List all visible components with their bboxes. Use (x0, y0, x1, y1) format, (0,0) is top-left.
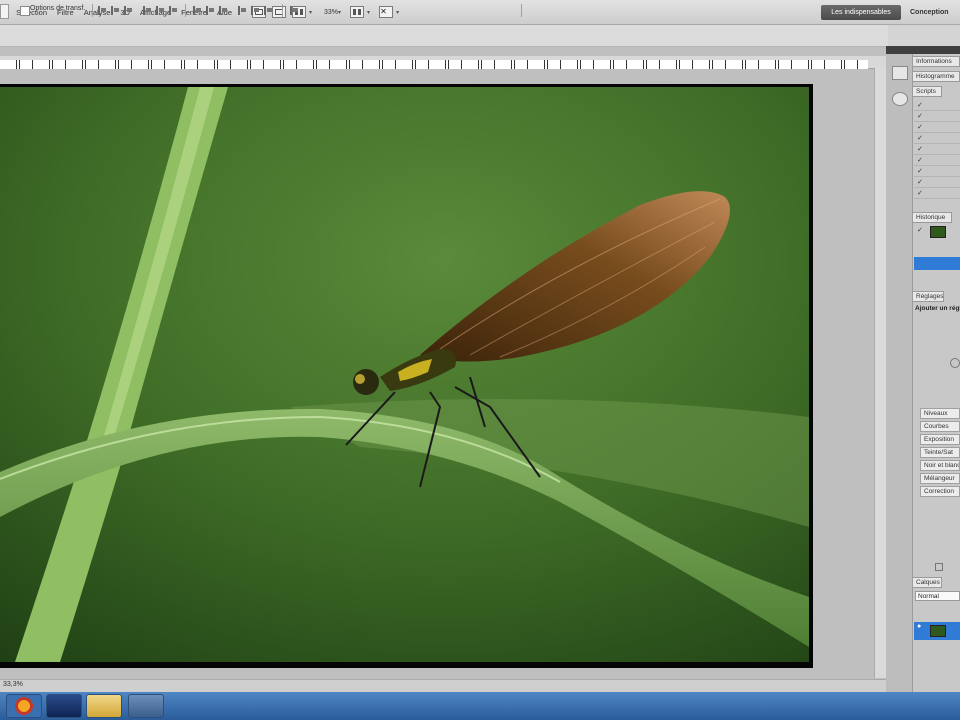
transform-controls-label: Options de transf. (30, 5, 86, 12)
layer-row[interactable]: ✓ (914, 166, 960, 177)
media-player-icon[interactable] (128, 694, 164, 718)
distribute-bottom-icon[interactable] (219, 6, 228, 15)
transform-controls-checkbox[interactable] (20, 6, 30, 16)
adjustment-icon[interactable] (950, 358, 960, 368)
tab-histogram[interactable]: Histogramme (912, 71, 960, 82)
tab-layers-top[interactable]: Scripts (912, 86, 942, 97)
launch-minibridge-icon[interactable] (272, 6, 286, 18)
separator (92, 4, 93, 17)
align-hcenter-icon[interactable] (156, 6, 165, 15)
check-icon[interactable]: ✓ (917, 189, 923, 197)
blend-mode-select[interactable]: Normal (915, 591, 960, 601)
windows-taskbar (0, 692, 960, 720)
layer-row[interactable]: ✓ (914, 100, 960, 111)
check-icon[interactable]: ✓ (917, 123, 923, 131)
check-icon[interactable]: ✓ (917, 145, 923, 153)
check-icon[interactable]: ✓ (917, 112, 923, 120)
dragonfly-photo[interactable] (0, 87, 809, 662)
layer-row[interactable]: ✓ (914, 188, 960, 199)
separator (282, 4, 283, 17)
separator (521, 4, 522, 17)
distribute-left-icon[interactable] (238, 6, 247, 15)
align-top-icon[interactable] (98, 6, 107, 15)
folder-icon[interactable] (86, 694, 122, 718)
tool-preset-picker[interactable] (0, 4, 9, 19)
align-right-icon[interactable] (169, 6, 178, 15)
adjustment-preset[interactable]: Correction (920, 486, 960, 497)
adjustment-preset[interactable]: Mélangeur (920, 473, 960, 484)
check-icon[interactable]: ✓ (917, 101, 923, 109)
distribute-hcenter-icon[interactable] (251, 6, 260, 15)
layer-background-selected[interactable]: ● (914, 622, 960, 640)
distribute-right-icon[interactable] (264, 6, 273, 15)
check-icon[interactable]: ✓ (917, 178, 923, 186)
panel-icon-strip (886, 46, 913, 696)
photo-image (0, 87, 809, 662)
workspace-essentials-button[interactable]: Les indispensables (821, 5, 901, 20)
distribute-vcenter-icon[interactable] (206, 6, 215, 15)
firefox-icon[interactable] (6, 694, 42, 718)
photoshop-icon[interactable] (46, 694, 82, 718)
eye-icon[interactable]: ● (917, 623, 921, 630)
layer-row[interactable]: ✓ (914, 133, 960, 144)
tab-layers[interactable]: Calques (912, 577, 942, 588)
adjustments-title: Ajouter un réglage (915, 305, 960, 312)
align-left-icon[interactable] (143, 6, 152, 15)
panel-footer-icon[interactable] (935, 563, 943, 571)
tab-history[interactable]: Historique (912, 212, 952, 223)
align-vcenter-icon[interactable] (111, 6, 120, 15)
layer-row[interactable]: ✓ (914, 144, 960, 155)
adjustment-preset[interactable]: Teinte/Sat (920, 447, 960, 458)
layer-row[interactable]: ✓ (914, 111, 960, 122)
check-icon[interactable]: ✓ (917, 134, 923, 142)
adjustment-preset[interactable]: Exposition (920, 434, 960, 445)
align-bottom-icon[interactable] (124, 6, 133, 15)
layer-thumbnail (930, 625, 946, 637)
layer-row[interactable]: ✓ (914, 177, 960, 188)
history-snapshot[interactable]: ✓ (914, 225, 960, 238)
check-icon[interactable]: ✓ (917, 167, 923, 175)
adjustment-preset[interactable]: Niveaux (920, 408, 960, 419)
chevron-down-icon[interactable]: ▾ (338, 9, 341, 16)
info-panel-icon[interactable] (892, 66, 908, 80)
layer-row[interactable]: ✓ (914, 122, 960, 133)
workspace-design-button[interactable]: Conception (910, 5, 949, 20)
tab-adjustments[interactable]: Réglages (912, 291, 944, 302)
chevron-down-icon[interactable]: ▾ (396, 9, 399, 16)
separator (185, 4, 186, 17)
status-bar: 33,3% (0, 679, 886, 692)
auto-align-icon[interactable] (290, 6, 299, 15)
distribute-top-icon[interactable] (193, 6, 202, 15)
adjustment-preset[interactable]: Courbes (920, 421, 960, 432)
check-icon: ✓ (917, 227, 923, 234)
check-icon[interactable]: ✓ (917, 156, 923, 164)
snapshot-thumbnail (930, 226, 946, 238)
history-state-selected[interactable] (914, 257, 960, 270)
adjustment-preset[interactable]: Noir et blanc (920, 460, 960, 471)
horizontal-ruler (0, 60, 868, 69)
arrange-documents-icon[interactable] (350, 6, 365, 18)
navigator-panel-icon[interactable] (892, 92, 908, 106)
chevron-down-icon[interactable]: ▾ (309, 9, 312, 16)
screen-mode-icon[interactable]: ✕ (379, 6, 394, 18)
layer-row[interactable]: ✓ (914, 155, 960, 166)
options-bar (0, 25, 888, 47)
tab-info[interactable]: Informations (912, 56, 960, 67)
chevron-down-icon[interactable]: ▾ (367, 9, 370, 16)
status-zoom[interactable]: 33,3% (3, 681, 23, 688)
history-state[interactable] (914, 243, 960, 256)
panel-header (886, 46, 960, 54)
zoom-level[interactable]: 33% (324, 9, 338, 16)
